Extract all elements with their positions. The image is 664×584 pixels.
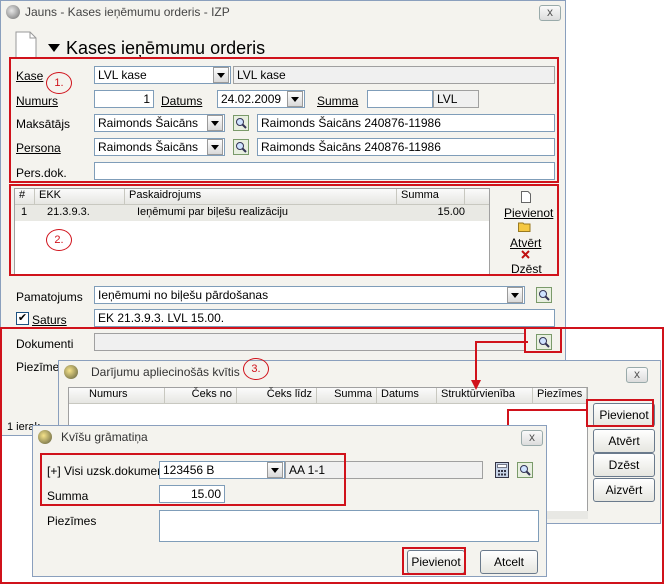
receipt-book-dialog: Kvīšu grāmatiņa x [+] Visi uzsk.dokument… (32, 425, 547, 577)
receipt-book-titlebar: Kvīšu grāmatiņa (33, 426, 546, 448)
visi-dokumenti-dropdown-button[interactable] (267, 462, 283, 478)
piezimes-label-dialog: Piezīmes (47, 514, 97, 528)
receipt-book-cancel-button[interactable]: Atcelt (480, 550, 538, 574)
receipt-book-add-button[interactable]: Pievienot (407, 550, 465, 574)
receipt-book-close-button[interactable]: x (521, 430, 543, 446)
summa-input-dialog[interactable]: 15.00 (159, 485, 225, 503)
visi-dokumenti-label[interactable]: [+] Visi uzsk.dokumenti (47, 464, 170, 478)
visi-dokumenti-name: AA 1-1 (285, 461, 483, 479)
dialog-icon (38, 430, 52, 444)
summa-label-dialog: Summa (47, 489, 89, 503)
calculator-icon[interactable] (494, 462, 510, 478)
piezimes-textarea-dialog[interactable] (159, 510, 539, 542)
receipt-book-title: Kvīšu grāmatiņa (61, 430, 148, 444)
visi-dokumenti-search-icon[interactable] (517, 462, 533, 478)
